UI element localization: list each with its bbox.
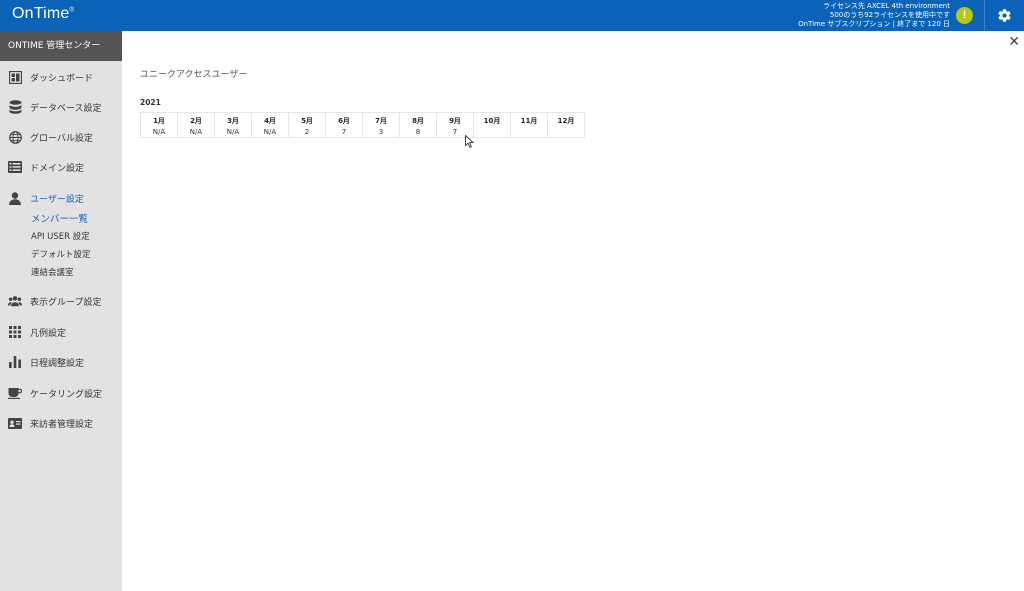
- month-label: 5月: [301, 117, 313, 125]
- month-table: 1月 N/A 2月 N/A 3月 N/A 4月 N/A 5月 2 6月 7 7月 3 8月 8 …: [140, 112, 585, 138]
- month-cell: 12月: [547, 112, 585, 138]
- mouse-cursor-icon: [465, 135, 474, 148]
- ontime-logo[interactable]: OnTime®: [12, 5, 74, 23]
- month-label: 7月: [375, 117, 387, 125]
- month-cell: 6月 7: [325, 112, 363, 138]
- close-icon[interactable]: ✕: [1008, 35, 1020, 49]
- sidebar-item-catering[interactable]: ケータリング設定: [0, 381, 122, 405]
- month-value: 8: [415, 128, 421, 136]
- sidebar-item-label: ケータリング設定: [30, 389, 103, 400]
- sidebar-item-dashboard[interactable]: ダッシュボード: [0, 65, 122, 89]
- sidebar-subitem-linked-rooms[interactable]: 連結会議室: [31, 266, 74, 278]
- gear-icon: [998, 9, 1011, 22]
- sidebar-item-domain[interactable]: ドメイン設定: [0, 155, 122, 179]
- sidebar-item-user-settings[interactable]: ユーザー設定: [0, 186, 122, 210]
- settings-button[interactable]: [984, 0, 1024, 31]
- sidebar-subitem-api-user[interactable]: API USER 設定: [31, 230, 90, 242]
- warning-icon[interactable]: !: [956, 7, 973, 24]
- month-value: N/A: [226, 128, 240, 136]
- coffee-icon: [8, 386, 22, 400]
- month-cell: 11月: [510, 112, 548, 138]
- month-cell: 1月 N/A: [140, 112, 178, 138]
- sidebar-title: ONTIME 管理センター: [0, 31, 122, 61]
- license-line-usage: 500のうち92ライセンスを使用中です: [829, 11, 950, 19]
- sidebar-item-label: 凡例設定: [30, 328, 67, 339]
- sidebar: ONTIME 管理センター ダッシュボード データベース設定 グローバル設定 ド…: [0, 31, 122, 591]
- month-label: 9月: [449, 117, 461, 125]
- visitor-card-icon: [8, 416, 22, 430]
- month-label: 2月: [190, 117, 202, 125]
- month-cell: 2月 N/A: [177, 112, 215, 138]
- user-icon: [8, 191, 22, 205]
- month-label: 6月: [338, 117, 350, 125]
- month-label: 11月: [520, 117, 538, 125]
- month-cell: 7月 3: [362, 112, 400, 138]
- sidebar-item-label: グローバル設定: [30, 133, 93, 144]
- domain-icon: [8, 160, 22, 174]
- month-cell: 4月 N/A: [251, 112, 289, 138]
- month-label: 4月: [264, 117, 276, 125]
- globe-icon: [8, 130, 22, 144]
- license-info: ライセンス先 AXCEL 4th environment 500のうち92ライセ…: [798, 2, 950, 29]
- logo-text: OnTime: [12, 5, 70, 22]
- sidebar-item-display-group[interactable]: 表示グループ設定: [0, 289, 122, 313]
- month-label: 1月: [153, 117, 165, 125]
- sidebar-item-visitor-management[interactable]: 来訪者管理設定: [0, 411, 122, 435]
- year-label: 2021: [140, 98, 161, 107]
- database-icon: [8, 100, 22, 114]
- month-cell: 5月 2: [288, 112, 326, 138]
- sidebar-item-label: 表示グループ設定: [30, 297, 102, 308]
- sidebar-item-legend[interactable]: 凡例設定: [0, 320, 122, 344]
- month-cell: 3月 N/A: [214, 112, 252, 138]
- sidebar-item-scheduling[interactable]: 日程調整設定: [0, 350, 122, 374]
- license-line-holder: ライセンス先 AXCEL 4th environment: [822, 2, 950, 10]
- section-title: ユニークアクセスユーザー: [140, 70, 248, 80]
- sidebar-item-global[interactable]: グローバル設定: [0, 125, 122, 149]
- sidebar-item-database[interactable]: データベース設定: [0, 95, 122, 119]
- license-line-subscription: OnTime サブスクリプション | 終了まで 120 日: [798, 20, 950, 28]
- sidebar-item-label: ドメイン設定: [30, 163, 85, 174]
- month-label: 3月: [227, 117, 239, 125]
- month-label: 12月: [557, 117, 575, 125]
- registered-mark: ®: [69, 7, 75, 14]
- sidebar-item-label: データベース設定: [30, 103, 102, 114]
- sidebar-item-label: ダッシュボード: [30, 73, 94, 84]
- group-icon: [8, 294, 22, 308]
- sidebar-item-label: ユーザー設定: [30, 194, 84, 205]
- sidebar-item-label: 日程調整設定: [30, 358, 85, 369]
- month-value: N/A: [263, 128, 277, 136]
- month-value: 2: [304, 128, 310, 136]
- month-value: 7: [341, 128, 347, 136]
- top-bar: OnTime® ライセンス先 AXCEL 4th environment 500…: [0, 0, 1024, 31]
- month-cell: 10月: [473, 112, 511, 138]
- dashboard-icon: [8, 70, 22, 84]
- month-value: N/A: [152, 128, 166, 136]
- month-value: 3: [378, 128, 384, 136]
- grid-icon: [8, 325, 22, 339]
- bar-chart-icon: [8, 355, 22, 369]
- sidebar-subitem-default[interactable]: デフォルト設定: [31, 248, 91, 260]
- month-label: 10月: [483, 117, 501, 125]
- main-panel: ✕ ユニークアクセスユーザー 2021 1月 N/A 2月 N/A 3月 N/A 4月…: [122, 31, 1024, 591]
- month-value: N/A: [189, 128, 203, 136]
- sidebar-item-label: 来訪者管理設定: [30, 419, 94, 430]
- month-cell: 8月 8: [399, 112, 437, 138]
- month-label: 8月: [412, 117, 424, 125]
- sidebar-subitem-member-list[interactable]: メンバー一覧: [31, 211, 88, 225]
